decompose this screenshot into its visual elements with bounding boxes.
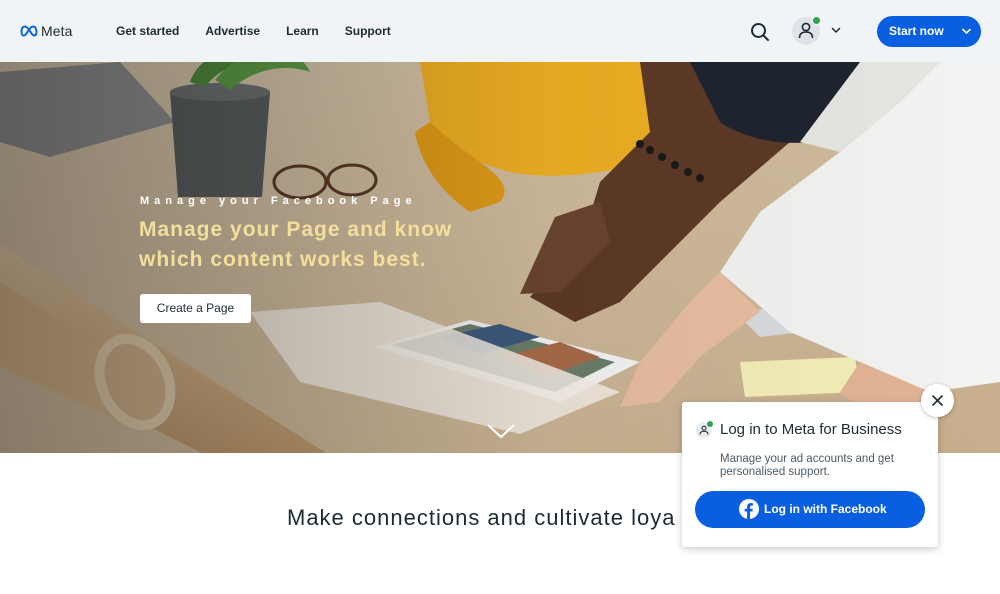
nav-get-started[interactable]: Get started [116, 22, 179, 40]
person-icon [696, 421, 713, 438]
popup-description: Manage your ad accounts and get personal… [720, 453, 894, 478]
login-with-facebook-label: Log in with Facebook [764, 502, 887, 516]
popup-title: Log in to Meta for Business [720, 421, 902, 438]
create-page-button[interactable]: Create a Page [140, 294, 251, 323]
login-popup: Log in to Meta for Business Manage your … [682, 402, 938, 547]
account-button[interactable] [792, 16, 821, 45]
meta-infinity-icon [20, 25, 38, 37]
top-navigation-bar: Meta Get started Advertise Learn Support… [0, 0, 1000, 62]
meta-logo[interactable]: Meta [19, 22, 73, 40]
online-status-dot [812, 16, 821, 25]
nav-advertise[interactable]: Advertise [205, 22, 260, 40]
scroll-down-chevron-icon[interactable] [486, 422, 516, 440]
hero-banner: Manage your Facebook Page Manage your Pa… [0, 62, 1000, 453]
hero-eyebrow: Manage your Facebook Page [140, 195, 417, 207]
close-popup-button[interactable] [921, 384, 954, 417]
nav-support[interactable]: Support [345, 22, 391, 40]
start-now-button[interactable]: Start now [877, 16, 981, 47]
hero-title: Manage your Page and know which content … [139, 218, 453, 271]
online-status-dot [707, 421, 713, 427]
chevron-down-icon[interactable] [830, 25, 842, 35]
login-with-facebook-button[interactable]: Log in with Facebook [695, 491, 925, 528]
logo-text: Meta [41, 23, 73, 39]
create-page-label: Create a Page [156, 301, 235, 315]
start-now-label: Start now [889, 24, 944, 38]
search-button[interactable] [750, 22, 770, 42]
facebook-logo-icon [739, 499, 759, 519]
close-icon [931, 394, 944, 407]
section-heading: Make connections and cultivate loya [287, 505, 676, 530]
chevron-down-icon [961, 28, 972, 35]
person-icon [798, 22, 814, 39]
main-nav: Get started Advertise Learn Support [116, 22, 391, 40]
nav-learn[interactable]: Learn [286, 22, 319, 40]
search-icon [751, 23, 769, 41]
